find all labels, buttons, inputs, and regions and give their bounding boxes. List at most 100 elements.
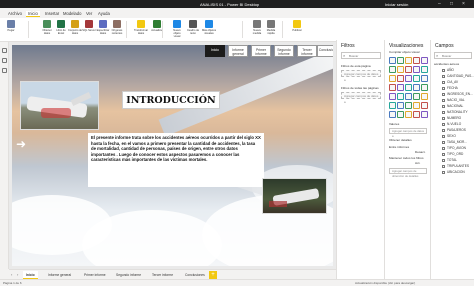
field-item[interactable]: NATIONALITY [442, 110, 468, 114]
field-item[interactable]: NACIONAL [442, 104, 463, 108]
nav-conclusiones-button[interactable]: Conclusiones [317, 45, 333, 57]
visual-type-icon[interactable] [397, 75, 404, 82]
visual-type-icon[interactable] [413, 102, 420, 109]
filters-all-drop[interactable]: Agregar campos de datos a [341, 92, 381, 104]
checkbox-icon[interactable] [442, 74, 445, 78]
ribbon-especificar-datos-button[interactable]: Especificar datos [96, 20, 110, 39]
ribbon-obtener-datos-button[interactable]: Obtener datos [40, 20, 54, 39]
nav-informe-general-button[interactable]: Informe general [228, 45, 248, 57]
update-notice[interactable]: Actualización disponible (clic para desc… [355, 281, 415, 285]
filters-page-drop[interactable]: Agregar campos de datos a [341, 70, 381, 82]
visual-type-icon[interactable] [413, 93, 420, 100]
sign-in-link[interactable]: Iniciar sesión [385, 2, 408, 7]
field-item[interactable]: UBICACION [442, 170, 465, 174]
field-item[interactable]: CIA_AV [442, 80, 458, 84]
field-item[interactable]: CANTIDAD_PAS... [442, 74, 474, 78]
visual-type-icon[interactable] [389, 102, 396, 109]
checkbox-icon[interactable] [442, 104, 445, 108]
field-item[interactable]: PASAJEROS [442, 128, 466, 132]
page-tab-conclusiones[interactable]: Conclusiones [182, 271, 208, 279]
ribbon-libro-de-excel-button[interactable]: Libro de Excel [54, 20, 68, 39]
keep-filters-toggle[interactable]: Act. [415, 161, 420, 165]
visual-type-icon[interactable] [421, 84, 428, 91]
ribbon-transformar-datos-button[interactable]: Transformar datos [134, 20, 148, 39]
visual-type-icon[interactable] [413, 111, 420, 118]
menu-ver[interactable]: Ver [84, 11, 94, 16]
model-view-icon[interactable] [2, 68, 7, 73]
minimize-icon[interactable]: – [438, 1, 441, 7]
visual-type-icon[interactable] [405, 102, 412, 109]
page-tab-tercer-informe[interactable]: Tercer informe [149, 271, 176, 279]
visual-type-icon[interactable] [405, 66, 412, 73]
field-item[interactable]: FECHA [442, 86, 458, 90]
ribbon-cuadro-de-texto-button[interactable]: Cuadro de texto [186, 20, 200, 39]
visual-type-icon[interactable] [421, 102, 428, 109]
checkbox-icon[interactable] [442, 122, 445, 126]
visual-type-icon[interactable] [389, 84, 396, 91]
visual-type-icon[interactable] [405, 84, 412, 91]
menu-insertar[interactable]: Insertar [43, 11, 61, 16]
field-item[interactable]: TRIPULANTES [442, 164, 469, 168]
field-item[interactable]: TIPO_ORD [442, 152, 463, 156]
menu-ayuda[interactable]: Ayuda [96, 11, 112, 16]
fields-table-name[interactable]: accidentes aéreos [434, 62, 459, 66]
checkbox-icon[interactable] [442, 80, 445, 84]
add-page-button[interactable]: + [209, 271, 217, 279]
checkbox-icon[interactable] [442, 170, 445, 174]
checkbox-icon[interactable] [442, 146, 445, 150]
visual-type-icon[interactable] [397, 93, 404, 100]
prev-page-icon[interactable]: ‹ [11, 272, 12, 277]
maximize-icon[interactable]: □ [450, 1, 453, 7]
ribbon-conjunto-de-datos-button[interactable]: Conjunto de datos [68, 20, 82, 39]
page-tab-segundo-informe[interactable]: Segundo informe [113, 271, 144, 279]
visual-type-icon[interactable] [413, 57, 420, 64]
ribbon-pegar-button[interactable]: Pegar [4, 20, 18, 39]
next-page-icon[interactable]: › [17, 272, 18, 277]
visual-type-icon[interactable] [389, 57, 396, 64]
menu-inicio[interactable]: Inicio [26, 11, 40, 17]
nav-inicio-button[interactable]: Inicio [205, 45, 225, 57]
visual-type-icon[interactable] [389, 93, 396, 100]
visual-type-icon[interactable] [405, 93, 412, 100]
field-item[interactable]: TOTAL [442, 158, 457, 162]
visual-type-icon[interactable] [421, 75, 428, 82]
visual-type-icon[interactable] [389, 75, 396, 82]
checkbox-icon[interactable] [442, 164, 445, 168]
visual-type-icon[interactable] [421, 57, 428, 64]
close-icon[interactable]: × [462, 1, 465, 7]
drillthrough-drop[interactable]: Agregar campos de obtención de detalles [389, 168, 427, 178]
cross-report-toggle[interactable]: Desact. [415, 150, 426, 154]
checkbox-icon[interactable] [442, 110, 445, 114]
nav-primer-informe-button[interactable]: Primer informe [251, 45, 271, 57]
visual-type-icon[interactable] [389, 111, 396, 118]
visual-type-icon[interactable] [413, 66, 420, 73]
visual-type-icon[interactable] [389, 66, 396, 73]
visual-type-icon[interactable] [397, 66, 404, 73]
checkbox-icon[interactable] [442, 116, 445, 120]
field-item[interactable]: TASA_MOR... [442, 140, 467, 144]
visual-type-icon[interactable] [421, 66, 428, 73]
field-item[interactable]: AÑO [442, 68, 454, 72]
field-item[interactable]: TIPO_AVION [442, 146, 466, 150]
visual-type-icon[interactable] [397, 57, 404, 64]
visual-type-icon[interactable] [421, 93, 428, 100]
data-view-icon[interactable] [2, 58, 7, 63]
checkbox-icon[interactable] [442, 128, 445, 132]
checkbox-icon[interactable] [442, 92, 445, 96]
visual-type-icon[interactable] [397, 84, 404, 91]
menu-archivo[interactable]: Archivo [6, 11, 24, 16]
ribbon-medida-rápida-button[interactable]: Medida rápida [264, 20, 278, 39]
ribbon-orígenes-recientes-button[interactable]: Orígenes recientes [110, 20, 124, 39]
visual-type-icon[interactable] [421, 111, 428, 118]
field-item[interactable]: INGRESOS_EN... [442, 92, 473, 96]
page-tab-primer-informe[interactable]: Primer informe [81, 271, 109, 279]
checkbox-icon[interactable] [442, 134, 445, 138]
ribbon-nuevo-objeto-visual-button[interactable]: Nuevo objeto visual [170, 20, 184, 39]
visual-type-icon[interactable] [413, 84, 420, 91]
page-tab-informe-general[interactable]: Informe general [45, 271, 74, 279]
ribbon-nueva-medida-button[interactable]: Nueva medida [250, 20, 264, 39]
checkbox-icon[interactable] [442, 86, 445, 90]
field-item[interactable]: NUMERO [442, 116, 461, 120]
fields-search-input[interactable]: ⌕ Buscar [434, 52, 472, 59]
field-item[interactable]: SEXO [442, 134, 456, 138]
